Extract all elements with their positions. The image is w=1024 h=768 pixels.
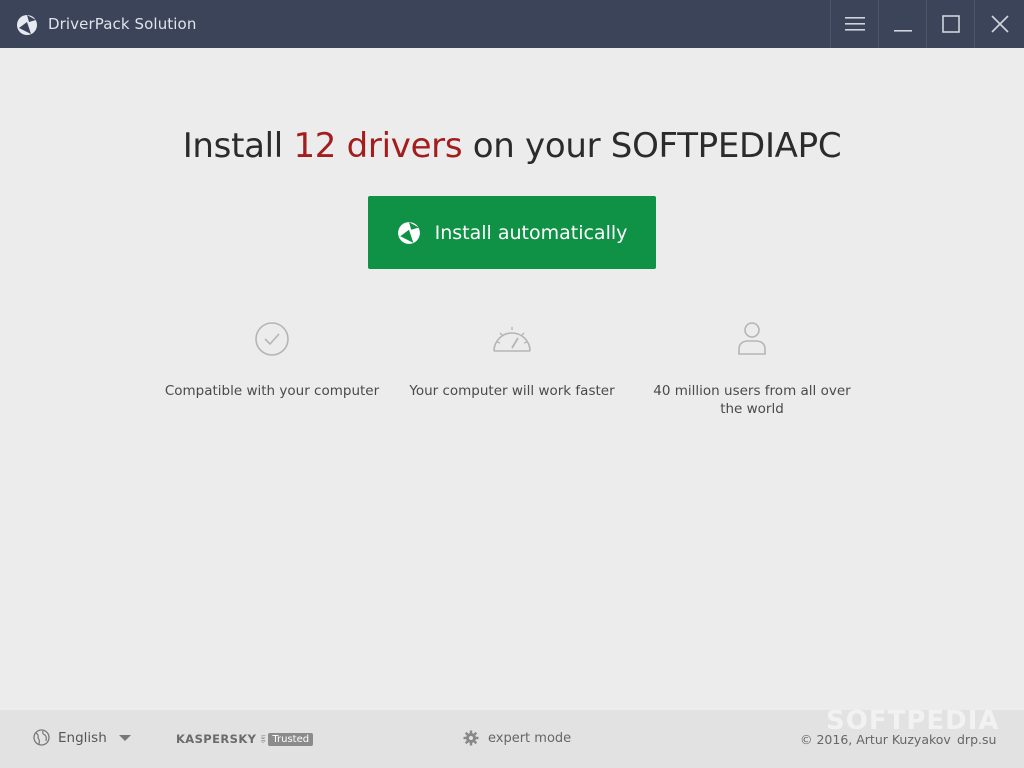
- chevron-down-icon: [118, 734, 131, 741]
- driver-count: 12 drivers: [293, 126, 463, 166]
- maximize-button[interactable]: [926, 0, 974, 48]
- driverpack-logo-icon: [397, 221, 420, 244]
- user-icon: [738, 322, 766, 355]
- close-icon: [990, 15, 1009, 33]
- minimize-button[interactable]: [878, 0, 926, 48]
- feature-compatible: Compatible with your computer: [162, 318, 382, 400]
- headline-prefix: Install: [182, 126, 294, 166]
- feature-faster: Your computer will work faster: [402, 318, 622, 400]
- website-link[interactable]: drp.su: [957, 732, 996, 747]
- expert-mode-button[interactable]: expert mode: [463, 730, 571, 746]
- install-automatically-button[interactable]: Install automatically: [368, 196, 656, 269]
- driverpack-logo-icon: [17, 15, 37, 35]
- feature-text: Compatible with your computer: [164, 383, 380, 399]
- checkmark-circle-icon: [255, 322, 289, 356]
- menu-button[interactable]: [830, 0, 878, 48]
- close-button[interactable]: [974, 0, 1024, 48]
- footer: English KASPERSKY lab Trusted expert mod…: [0, 710, 1024, 768]
- expert-mode-label: expert mode: [488, 730, 572, 746]
- kaspersky-trusted-logo: KASPERSKY lab Trusted: [176, 732, 314, 746]
- language-selector[interactable]: English: [33, 729, 131, 746]
- hamburger-icon: [844, 17, 865, 31]
- minimize-icon: [893, 30, 912, 32]
- feature-text: 40 million users from all over the world: [653, 383, 851, 417]
- gear-icon: [463, 730, 479, 746]
- kaspersky-lab: lab: [259, 735, 266, 743]
- kaspersky-name: KASPERSKY: [176, 732, 257, 746]
- language-label: English: [58, 729, 107, 746]
- window-title: DriverPack Solution: [48, 15, 197, 33]
- feature-users: 40 million users from all over the world: [642, 318, 862, 418]
- trusted-badge: Trusted: [268, 732, 314, 746]
- title-bar: DriverPack Solution: [0, 0, 1024, 48]
- globe-icon: [33, 729, 50, 746]
- maximize-icon: [941, 15, 960, 33]
- feature-text: Your computer will work faster: [409, 383, 615, 399]
- install-button-label: Install automatically: [434, 221, 628, 244]
- headline-suffix: on your SOFTPEDIAPC: [462, 126, 842, 166]
- page-headline: Install 12 drivers on your SOFTPEDIAPC: [0, 126, 1024, 166]
- speedometer-icon: [493, 327, 531, 352]
- copyright-text: © 2016, Artur Kuzyakov: [800, 732, 951, 747]
